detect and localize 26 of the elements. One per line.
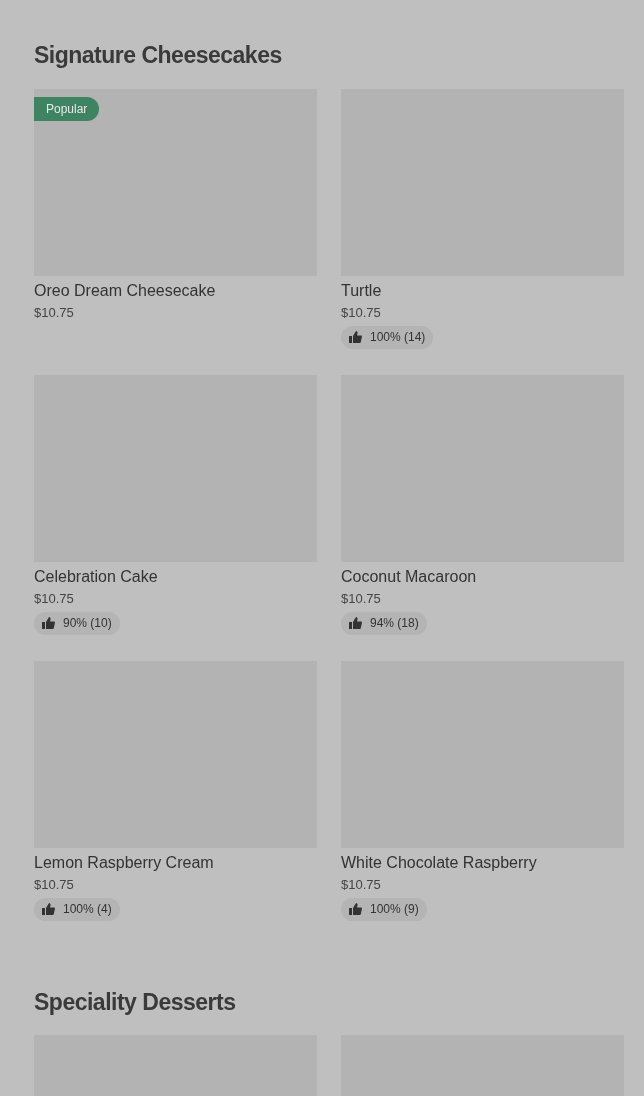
rating-text: 100% (9): [370, 901, 419, 918]
item-name[interactable]: Oreo Dream Cheesecake: [34, 280, 317, 301]
item-price: $10.75: [341, 303, 382, 322]
section-heading: Signature Cheesecakes: [34, 41, 283, 70]
item-name[interactable]: Turtle: [341, 280, 624, 301]
thumbs-up-icon: [349, 331, 362, 343]
item-name[interactable]: Celebration Cake: [34, 566, 317, 587]
item-name[interactable]: White Chocolate Raspberry: [341, 852, 624, 873]
rating-text: 100% (4): [63, 901, 112, 918]
thumbs-up-icon: [42, 903, 55, 915]
item-price: $10.75: [34, 589, 75, 608]
item-price: $10.75: [34, 303, 75, 322]
item-name[interactable]: Lemon Raspberry Cream: [34, 852, 317, 873]
rating-text: 90% (10): [63, 615, 112, 632]
section-heading: Speciality Desserts: [34, 987, 237, 1017]
popular-tag: Popular: [34, 96, 100, 121]
rating-text: 100% (14): [370, 329, 426, 346]
item-name[interactable]: Coconut Macaroon: [341, 566, 624, 587]
item-price: $10.75: [341, 875, 382, 894]
item-price: $10.75: [34, 875, 75, 894]
image-placeholder[interactable]: Popular: [34, 88, 317, 276]
thumbs-up-icon: [349, 903, 362, 915]
thumbs-up-icon: [349, 617, 362, 629]
rating-text: 94% (18): [370, 615, 419, 632]
item-price: $10.75: [341, 589, 382, 608]
thumbs-up-icon: [42, 617, 55, 629]
